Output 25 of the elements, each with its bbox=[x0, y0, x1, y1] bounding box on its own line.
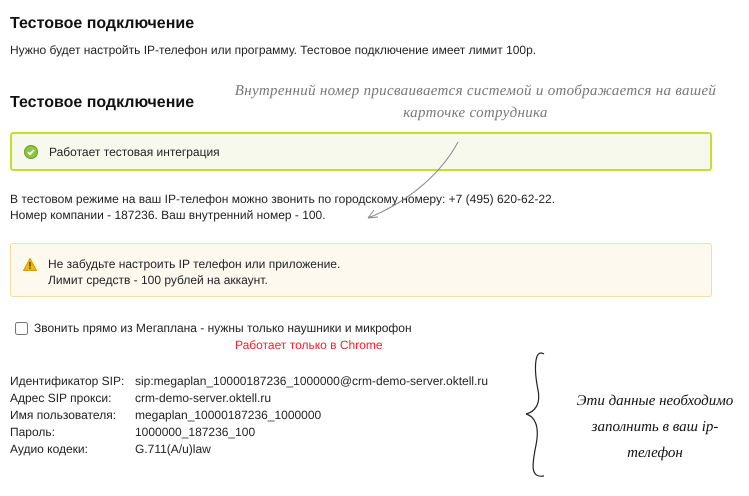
warning-icon bbox=[23, 258, 37, 271]
setting-value: crm-demo-server.oktell.ru bbox=[135, 391, 272, 405]
handwritten-note: Эти данные необходимо заполнить в ваш ip-телефон bbox=[576, 392, 734, 463]
handwritten-note: Внутренний номер присваивается системой и отображается на вашей карточке сотрудника bbox=[234, 82, 718, 123]
setting-label: Идентификатор SIP: bbox=[10, 374, 126, 388]
checkbox-label[interactable]: Звонить прямо из Мегаплана - нужны только наушники и микрофон bbox=[34, 321, 412, 335]
page-title: Тестовое подключение bbox=[10, 15, 196, 33]
section-title: Тестовое подключение bbox=[10, 94, 196, 112]
intro-text: Нужно будет настройть IP-телефон или программу. Тестовое подключение имеет лимит 100р. bbox=[10, 43, 538, 57]
check-icon bbox=[24, 144, 38, 158]
setting-label: Аудио кодеки: bbox=[10, 442, 89, 456]
status-text: Работает тестовая интеграция bbox=[49, 144, 220, 158]
setting-value: sip:megaplan_10000187236_1000000@crm-demo-server.oktell.ru bbox=[135, 374, 490, 388]
checkbox[interactable] bbox=[15, 322, 28, 334]
setting-value: G.711(A/u)law bbox=[135, 442, 212, 456]
setting-value: 1000000_187236_100 bbox=[135, 425, 256, 439]
warning-line: Не забудьте настроить IP телефон или приложение. bbox=[48, 256, 340, 272]
setting-label: Пароль: bbox=[10, 425, 56, 439]
setting-label: Имя пользователя: bbox=[10, 408, 118, 422]
info-line: Номер компании - 187236. Ваш внутренний номер - 100. bbox=[10, 207, 327, 223]
hint-text: Работает только в Chrome bbox=[235, 338, 384, 352]
setting-label: Адрес SIP прокси: bbox=[10, 391, 112, 405]
setting-value: megaplan_10000187236_1000000 bbox=[135, 408, 322, 422]
warning-line: Лимит средств - 100 рублей на аккаунт. bbox=[48, 272, 269, 288]
info-line: В тестовом режиме на ваш IP-телефон можно звонить по городскому номеру: +7 (495) 620-62-22. bbox=[10, 191, 556, 207]
